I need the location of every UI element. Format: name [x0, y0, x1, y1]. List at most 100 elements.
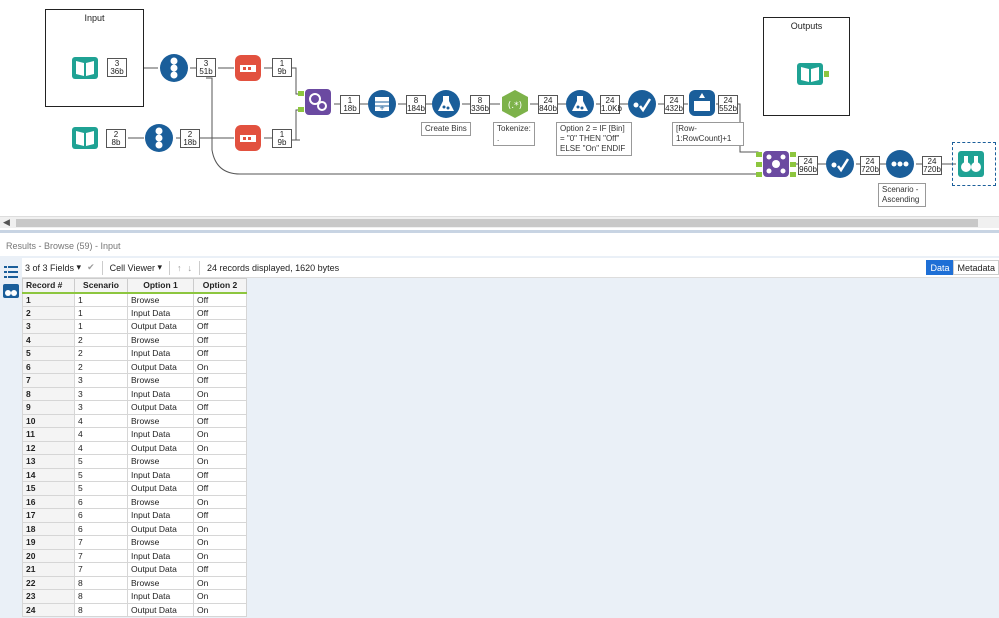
table-row[interactable]: 23 8 Input Data On: [22, 589, 247, 604]
record-id-icon[interactable]: [160, 54, 188, 82]
option1-cell[interactable]: Browse: [127, 535, 194, 550]
record-number-cell[interactable]: 22: [22, 575, 75, 590]
record-number-cell[interactable]: 24: [22, 602, 75, 617]
table-row[interactable]: 9 3 Output Data Off: [22, 400, 247, 415]
option1-cell[interactable]: Input Data: [127, 589, 194, 604]
record-number-cell[interactable]: 21: [22, 562, 75, 577]
option2-cell[interactable]: On: [193, 386, 247, 401]
option2-cell[interactable]: Off: [193, 562, 247, 577]
append-fields-icon[interactable]: [304, 88, 332, 116]
record-number-cell[interactable]: 10: [22, 413, 75, 428]
list-view-icon[interactable]: [4, 266, 18, 278]
join-multiple-icon[interactable]: [762, 150, 790, 178]
select-icon[interactable]: [628, 90, 656, 118]
record-number-cell[interactable]: 20: [22, 548, 75, 563]
panel-divider[interactable]: [0, 230, 999, 233]
checkmark-icon[interactable]: ✔: [84, 262, 98, 273]
table-row[interactable]: 5 2 Input Data Off: [22, 346, 247, 361]
record-number-cell[interactable]: 23: [22, 589, 75, 604]
table-row[interactable]: 3 1 Output Data Off: [22, 319, 247, 334]
option1-cell[interactable]: Browse: [127, 454, 194, 469]
option1-cell[interactable]: Input Data: [127, 305, 194, 320]
record-number-cell[interactable]: 16: [22, 494, 75, 509]
option2-cell[interactable]: On: [193, 521, 247, 536]
table-row[interactable]: 8 3 Input Data On: [22, 386, 247, 401]
scenario-cell[interactable]: 6: [74, 508, 128, 523]
record-number-cell[interactable]: 3: [22, 319, 75, 334]
column-header-option1[interactable]: Option 1: [127, 278, 194, 294]
cell-viewer-dropdown[interactable]: Cell Viewer ▾: [107, 262, 165, 273]
option1-cell[interactable]: Input Data: [127, 508, 194, 523]
option2-cell[interactable]: Off: [193, 319, 247, 334]
option1-cell[interactable]: Output Data: [127, 481, 194, 496]
option2-cell[interactable]: Off: [193, 332, 247, 347]
option1-cell[interactable]: Input Data: [127, 346, 194, 361]
scenario-cell[interactable]: 6: [74, 494, 128, 509]
option2-cell[interactable]: Off: [193, 413, 247, 428]
scenario-cell[interactable]: 6: [74, 521, 128, 536]
option2-cell[interactable]: Off: [193, 400, 247, 415]
scenario-cell[interactable]: 1: [74, 319, 128, 334]
table-row[interactable]: 7 3 Browse Off: [22, 373, 247, 388]
input-data-icon[interactable]: [71, 124, 99, 152]
option2-cell[interactable]: On: [193, 359, 247, 374]
output-anchor[interactable]: [790, 162, 796, 167]
table-row[interactable]: 6 2 Output Data On: [22, 359, 247, 374]
option1-cell[interactable]: Browse: [127, 292, 194, 307]
table-row[interactable]: 24 8 Output Data On: [22, 602, 247, 617]
option1-cell[interactable]: Input Data: [127, 467, 194, 482]
record-number-cell[interactable]: 1: [22, 292, 75, 307]
table-row[interactable]: 15 5 Output Data Off: [22, 481, 247, 496]
option1-cell[interactable]: Output Data: [127, 602, 194, 617]
record-number-cell[interactable]: 17: [22, 508, 75, 523]
multi-row-formula-icon[interactable]: [688, 89, 716, 117]
option1-cell[interactable]: Browse: [127, 373, 194, 388]
table-row[interactable]: 16 6 Browse On: [22, 494, 247, 509]
record-number-cell[interactable]: 19: [22, 535, 75, 550]
option2-cell[interactable]: On: [193, 589, 247, 604]
scenario-cell[interactable]: 7: [74, 548, 128, 563]
record-number-cell[interactable]: 9: [22, 400, 75, 415]
sample-icon[interactable]: [234, 54, 262, 82]
scenario-cell[interactable]: 4: [74, 440, 128, 455]
option2-cell[interactable]: On: [193, 548, 247, 563]
arrow-up-icon[interactable]: ↑: [174, 263, 185, 273]
option1-cell[interactable]: Output Data: [127, 359, 194, 374]
table-row[interactable]: 1 1 Browse Off: [22, 292, 247, 307]
option1-cell[interactable]: Browse: [127, 332, 194, 347]
column-header-record[interactable]: Record #: [22, 278, 75, 294]
option2-cell[interactable]: On: [193, 602, 247, 617]
fields-selector[interactable]: 3 of 3 Fields ▾: [22, 262, 84, 273]
scenario-cell[interactable]: 1: [74, 292, 128, 307]
scenario-cell[interactable]: 8: [74, 589, 128, 604]
scenario-cell[interactable]: 2: [74, 332, 128, 347]
option2-cell[interactable]: On: [193, 440, 247, 455]
option1-cell[interactable]: Output Data: [127, 400, 194, 415]
output-anchor[interactable]: [790, 172, 796, 177]
table-row[interactable]: 22 8 Browse On: [22, 575, 247, 590]
scenario-cell[interactable]: 4: [74, 427, 128, 442]
record-number-cell[interactable]: 18: [22, 521, 75, 536]
canvas-horizontal-scrollbar[interactable]: ◀: [0, 216, 999, 228]
scenario-cell[interactable]: 8: [74, 602, 128, 617]
scenario-cell[interactable]: 7: [74, 562, 128, 577]
table-row[interactable]: 18 6 Output Data On: [22, 521, 247, 536]
record-number-cell[interactable]: 2: [22, 305, 75, 320]
select-icon[interactable]: [826, 150, 854, 178]
scenario-cell[interactable]: 3: [74, 373, 128, 388]
scenario-cell[interactable]: 5: [74, 481, 128, 496]
option2-cell[interactable]: Off: [193, 305, 247, 320]
formula-icon[interactable]: [566, 90, 594, 118]
scenario-cell[interactable]: 3: [74, 386, 128, 401]
formula-icon[interactable]: [432, 90, 460, 118]
table-row[interactable]: 19 7 Browse On: [22, 535, 247, 550]
table-row[interactable]: 14 5 Input Data Off: [22, 467, 247, 482]
table-row[interactable]: 10 4 Browse Off: [22, 413, 247, 428]
record-number-cell[interactable]: 4: [22, 332, 75, 347]
scenario-cell[interactable]: 8: [74, 575, 128, 590]
record-number-cell[interactable]: 8: [22, 386, 75, 401]
scenario-cell[interactable]: 4: [74, 413, 128, 428]
option2-cell[interactable]: Off: [193, 292, 247, 307]
regex-icon[interactable]: (.*): [500, 89, 528, 118]
tab-data[interactable]: Data: [926, 260, 954, 275]
